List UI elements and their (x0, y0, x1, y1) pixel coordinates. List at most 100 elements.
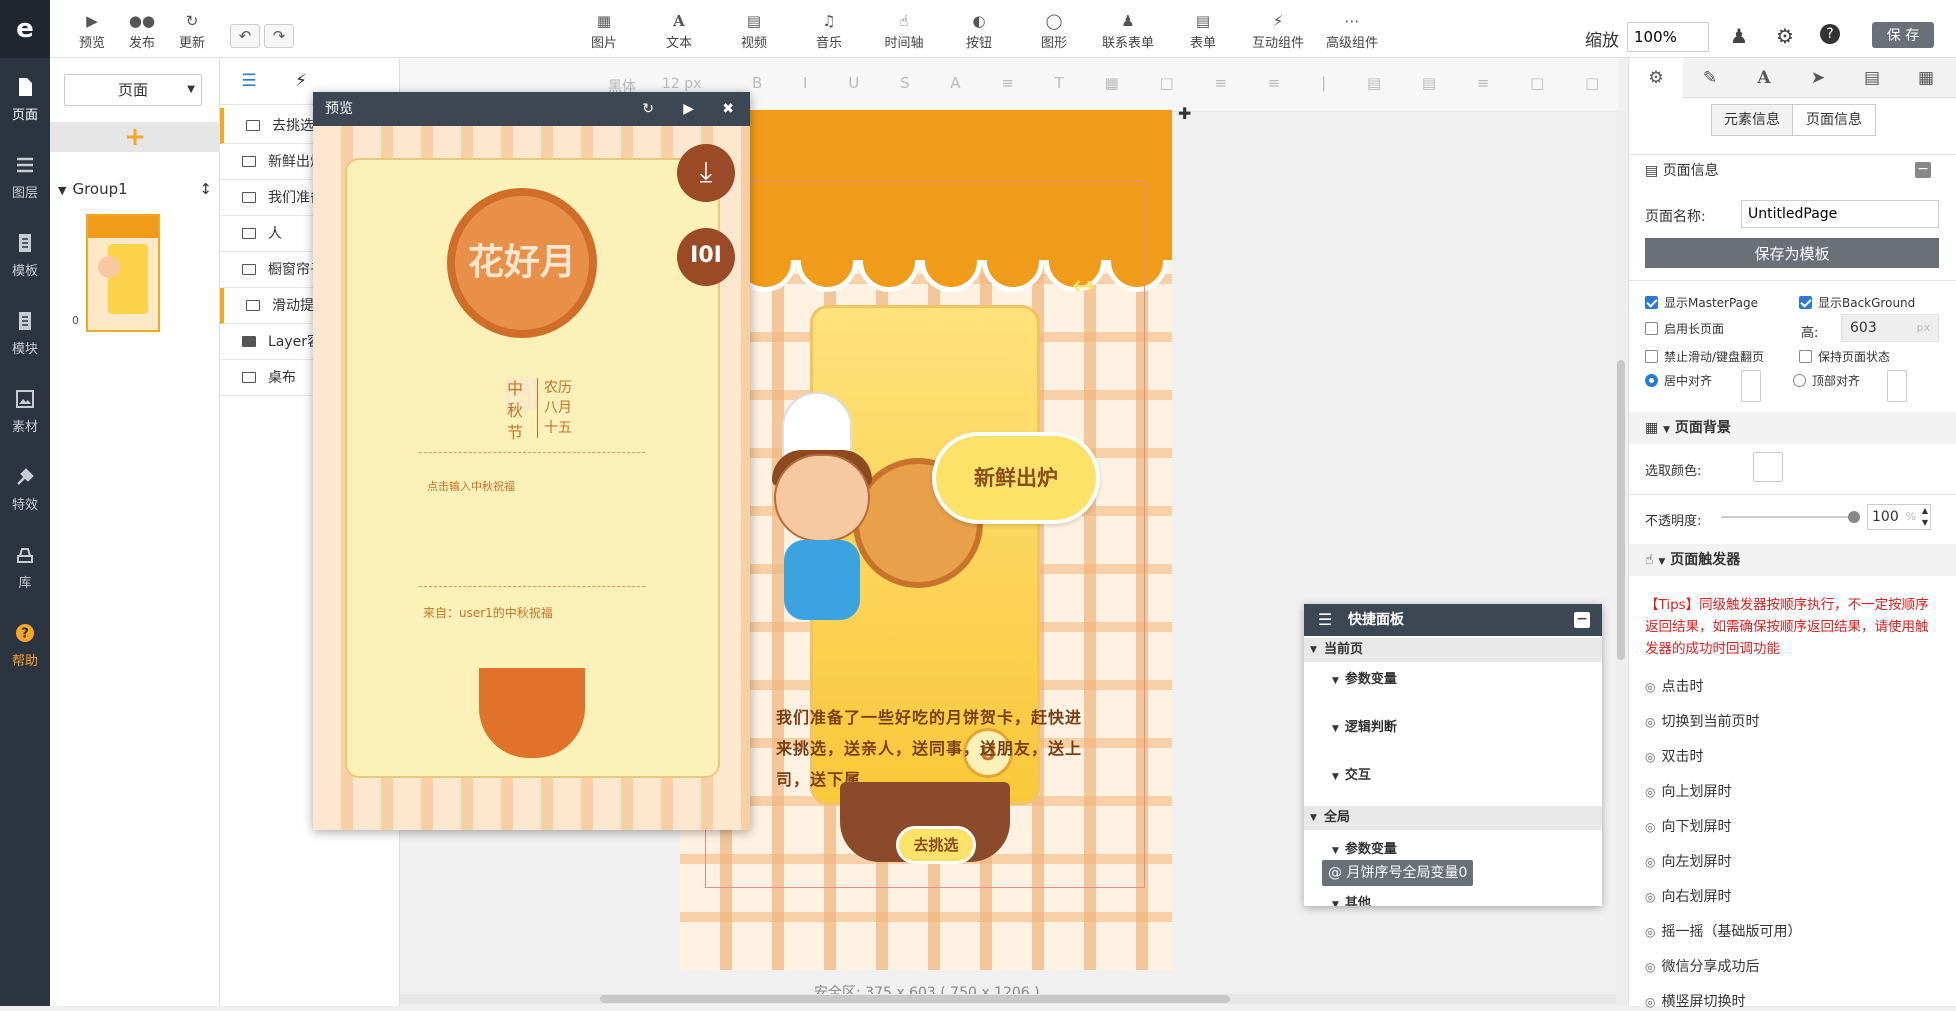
center-align-radio[interactable]: 居中对齐 (1645, 372, 1712, 389)
quick-global-vars[interactable]: ▼ 参数变量 (1332, 838, 1397, 857)
nav-effect[interactable]: 特效 (0, 452, 50, 530)
group-row[interactable]: ▼ Group1 ↕ (58, 180, 218, 204)
height-input[interactable]: 603 px (1841, 314, 1939, 342)
team-icon[interactable]: ♟ (1730, 24, 1748, 48)
wish-input[interactable]: 点击输入中秋祝福 (427, 478, 515, 494)
vertical-scrollbar[interactable] (1616, 110, 1626, 1006)
tool-button[interactable]: ◐ 按钮 (959, 12, 999, 51)
quick-interaction[interactable]: ▼ 交互 (1332, 764, 1371, 783)
text-tab[interactable]: A (1737, 58, 1791, 98)
radio[interactable] (1793, 374, 1806, 387)
horizontal-scrollbar[interactable] (400, 994, 1616, 1004)
refresh-icon[interactable]: ↻ (642, 92, 654, 126)
format-icons[interactable]: B I U S A ≡ T ▦ □ ≡ ≡ | ▤ ▤ ≡ □ □ (752, 74, 1617, 92)
nav-page[interactable]: 页面 (0, 62, 50, 140)
scrollbar-thumb[interactable] (1617, 360, 1625, 660)
send-tab[interactable]: ➤ (1791, 58, 1845, 98)
nav-template[interactable]: 模板 (0, 218, 50, 296)
save-template-button[interactable]: 保存为模板 (1645, 238, 1939, 268)
layers-tab[interactable]: ☰ (232, 66, 266, 96)
trigger-item[interactable]: 双击时 (1645, 746, 1703, 766)
checkbox[interactable] (1645, 322, 1658, 335)
nav-help[interactable]: ? 帮助 (0, 608, 50, 686)
trigger-item[interactable]: 向左划屏时 (1645, 851, 1731, 871)
slider-handle[interactable] (1848, 511, 1860, 523)
tool-music[interactable]: ♫ 音乐 (809, 12, 849, 51)
trigger-item[interactable]: 摇一摇（基础版可用） (1645, 921, 1801, 941)
tool-contact-form[interactable]: ♟ 联系表单 (1096, 12, 1160, 51)
document-tab[interactable]: ▤ (1845, 58, 1899, 98)
trigger-item[interactable]: 切换到当前页时 (1645, 711, 1759, 731)
trigger-item[interactable]: 向上划屏时 (1645, 781, 1731, 801)
opacity-slider[interactable] (1721, 511, 1860, 523)
help-icon[interactable]: ? (1820, 24, 1840, 44)
element-info-tab[interactable]: 元素信息 (1711, 104, 1793, 136)
nav-layers[interactable]: 图层 (0, 140, 50, 218)
download-icon[interactable]: ⤓ (677, 144, 735, 202)
page-thumbnail[interactable] (86, 214, 160, 332)
page-name-input[interactable] (1741, 200, 1939, 228)
checkbox-checked[interactable] (1799, 296, 1812, 309)
keep-state-checkbox[interactable]: 保持页面状态 (1799, 348, 1890, 365)
global-variable-chip[interactable]: @ 月饼序号全局变量0 (1322, 860, 1474, 886)
nav-material[interactable]: 素材 (0, 374, 50, 452)
save-button[interactable]: 保 存 (1872, 22, 1934, 48)
collapse-icon[interactable]: − (1915, 162, 1931, 178)
quick-section-global[interactable]: ▼ 全局 (1304, 806, 1602, 830)
nav-library[interactable]: 库 (0, 530, 50, 608)
show-background-checkbox[interactable]: 显示BackGround (1799, 294, 1915, 311)
checkbox[interactable] (1645, 350, 1658, 363)
radio-checked[interactable] (1645, 374, 1658, 387)
page-select[interactable]: 页面 ▼ (64, 74, 202, 106)
zoom-input[interactable] (1627, 22, 1709, 52)
redo-button[interactable]: ↷ (264, 24, 294, 48)
preview-button[interactable]: ▶ 预览 (72, 12, 112, 51)
page-info-tab[interactable]: 页面信息 (1792, 104, 1876, 136)
tool-interactive[interactable]: ⚡ 互动组件 (1246, 12, 1310, 51)
gear-icon[interactable]: ⚙ (1776, 24, 1794, 48)
checkbox[interactable] (1799, 350, 1812, 363)
show-master-checkbox[interactable]: 显示MasterPage (1645, 294, 1758, 311)
top-align-radio[interactable]: 顶部对齐 (1793, 372, 1860, 389)
select-card-icon[interactable]: I0I (677, 228, 735, 286)
undo-button[interactable]: ↶ (230, 24, 260, 48)
trigger-item[interactable]: 向下划屏时 (1645, 816, 1731, 836)
trigger-item[interactable]: 横竖屏切换时 (1645, 991, 1745, 1011)
tool-timeline[interactable]: ☝ 时间轴 (876, 12, 932, 51)
page-background-section[interactable]: ▦ ▼ 页面背景 (1629, 412, 1956, 444)
tool-video[interactable]: ▤ 视频 (734, 12, 774, 51)
tool-text[interactable]: A 文本 (659, 12, 699, 51)
tool-shape[interactable]: ◯ 图形 (1034, 12, 1074, 51)
quick-section-current-page[interactable]: ▼ 当前页 (1304, 638, 1602, 662)
add-page-button[interactable]: + (50, 122, 220, 152)
page-trigger-section[interactable]: ☝ ▼ 页面触发器 (1629, 544, 1956, 576)
edit-tab[interactable]: ✎ (1683, 58, 1737, 98)
long-page-checkbox[interactable]: 启用长页面 (1645, 320, 1724, 337)
close-icon[interactable]: ✖ (722, 92, 734, 126)
scrollbar-thumb[interactable] (600, 995, 1230, 1003)
minimize-icon[interactable]: − (1574, 612, 1590, 628)
color-swatch[interactable] (1753, 452, 1783, 482)
quick-param-vars[interactable]: ▼ 参数变量 (1332, 668, 1397, 687)
settings-tab[interactable]: ⚙ (1629, 58, 1683, 98)
stepper-icon[interactable]: ▲ ▼ (1922, 505, 1928, 529)
tool-form[interactable]: ▤ 表单 (1183, 12, 1223, 51)
trigger-item[interactable]: 点击时 (1645, 676, 1703, 696)
table-tab[interactable]: ▦ (1899, 58, 1953, 98)
checkbox-checked[interactable] (1645, 296, 1658, 309)
publish-button[interactable]: ●● 发布 (122, 12, 162, 51)
greeting-card[interactable]: 花好月圆 中秋节 农历八月十五 点击输入中秋祝福 来自：user1的中秋祝福 (345, 158, 720, 778)
trigger-item[interactable]: 向右划屏时 (1645, 886, 1731, 906)
tool-image[interactable]: ▦ 图片 (584, 12, 624, 51)
quick-logic[interactable]: ▼ 逻辑判断 (1332, 716, 1397, 735)
update-button[interactable]: ↻ 更新 (172, 12, 212, 51)
font-size-input[interactable]: 12 px (662, 76, 701, 92)
resize-icon[interactable]: ↕ (199, 180, 212, 198)
nav-module[interactable]: 模块 (0, 296, 50, 374)
quick-other[interactable]: ▼ 其他 (1332, 892, 1371, 906)
youtube-icon[interactable]: ▶ (683, 92, 694, 126)
opacity-input[interactable]: 100% ▲ ▼ (1867, 504, 1931, 530)
no-swipe-checkbox[interactable]: 禁止滑动/键盘翻页 (1645, 348, 1764, 365)
tool-advanced[interactable]: ⋯ 高级组件 (1320, 12, 1384, 51)
trigger-item[interactable]: 微信分享成功后 (1645, 956, 1759, 976)
